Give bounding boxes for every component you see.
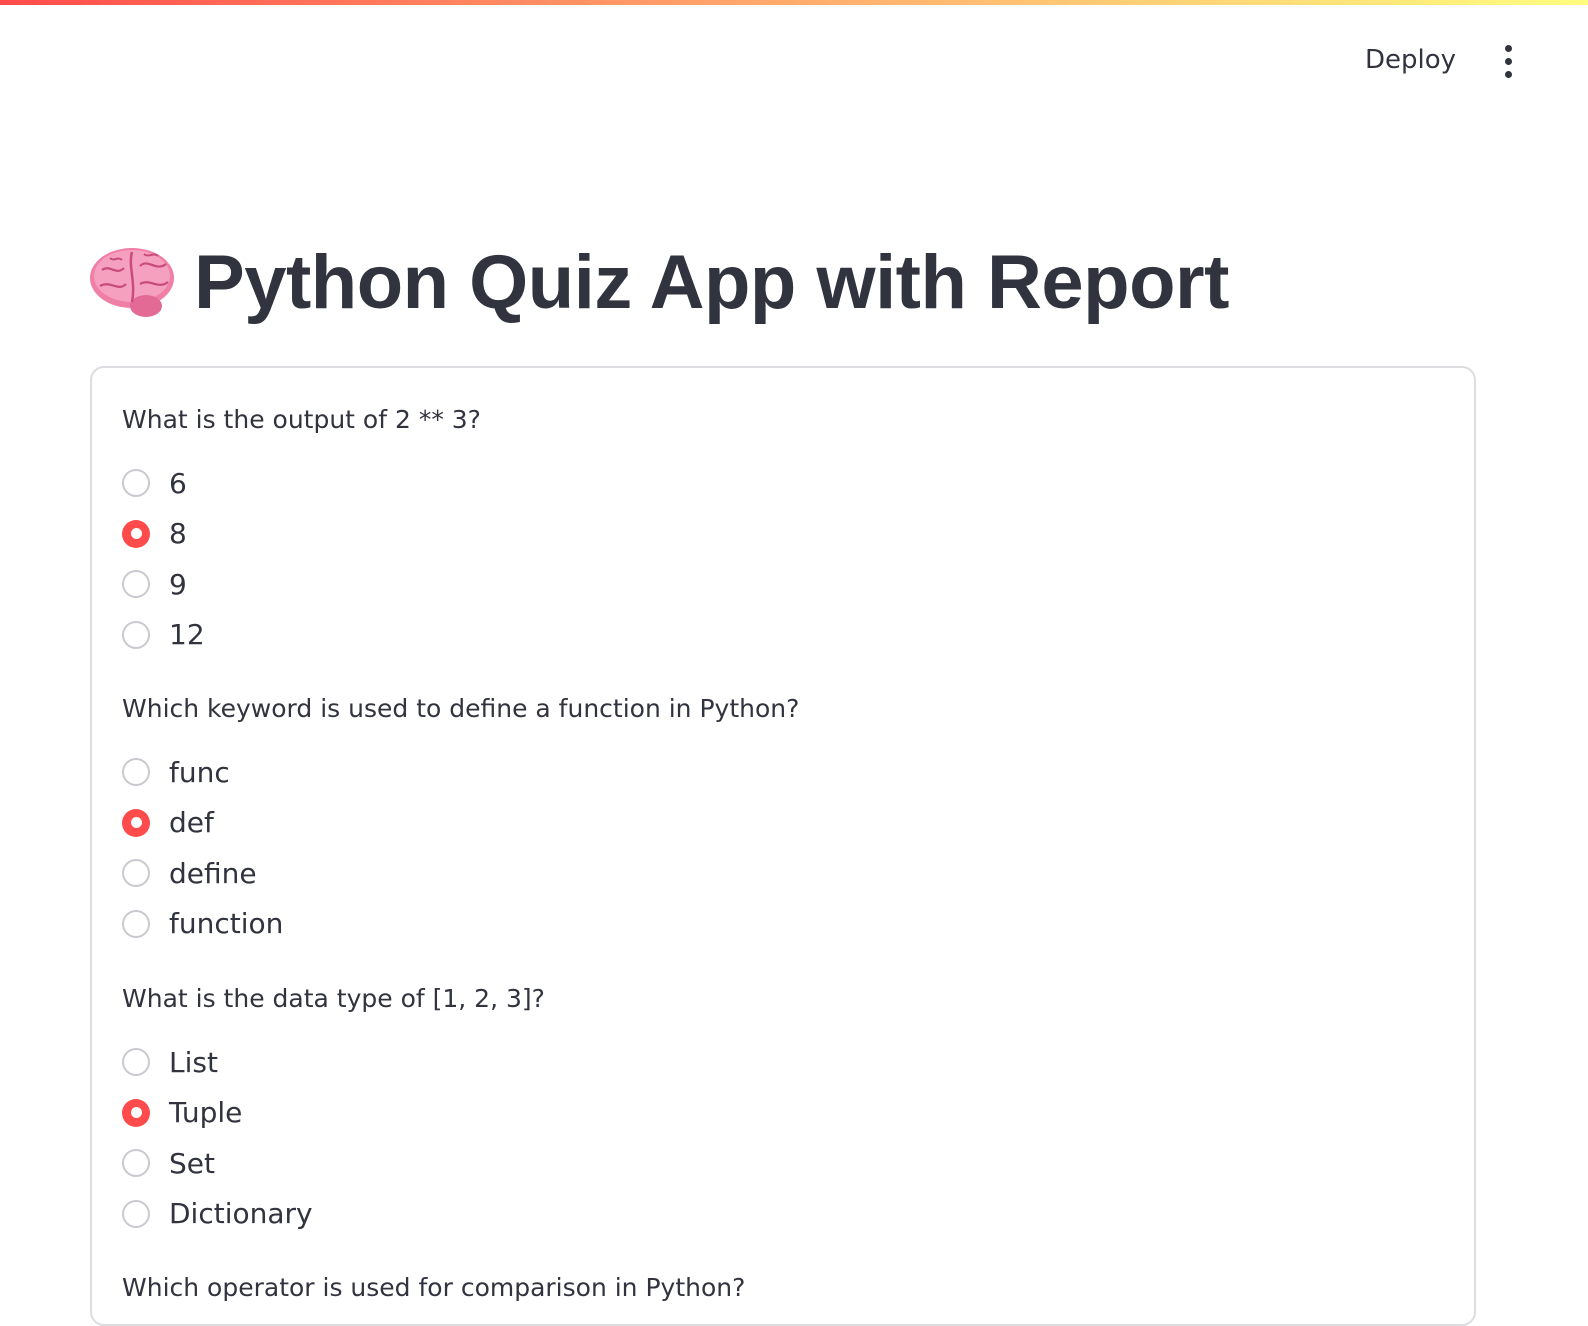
- brain-icon: [90, 248, 174, 317]
- radio-option-label: 9: [169, 567, 187, 601]
- radio-button[interactable]: [122, 570, 150, 599]
- radio-option-label: func: [169, 755, 230, 789]
- radio-group: func def define function: [122, 747, 799, 949]
- radio-option[interactable]: def: [122, 798, 799, 849]
- question-2: Which keyword is used to define a functi…: [122, 689, 799, 949]
- radio-option[interactable]: func: [122, 747, 799, 798]
- radio-button[interactable]: [122, 1149, 150, 1178]
- radio-option[interactable]: 8: [122, 509, 481, 560]
- radio-button[interactable]: [122, 620, 150, 649]
- radio-button-selected[interactable]: [122, 808, 150, 837]
- quiz-form: What is the output of 2 ** 3? 6 8 9 12 W…: [90, 366, 1476, 1326]
- radio-option-label: 8: [169, 517, 187, 551]
- radio-option[interactable]: define: [122, 848, 799, 899]
- deploy-button[interactable]: Deploy: [1353, 37, 1468, 83]
- menu-dot: [1504, 44, 1512, 52]
- radio-option[interactable]: Dictionary: [122, 1189, 545, 1240]
- radio-button[interactable]: [122, 758, 150, 787]
- page-title: Python Quiz App with Report: [194, 239, 1229, 325]
- question-label: Which operator is used for comparison in…: [122, 1273, 746, 1302]
- radio-button[interactable]: [122, 859, 150, 888]
- question-label: What is the data type of [1, 2, 3]?: [122, 984, 545, 1013]
- radio-button[interactable]: [122, 1199, 150, 1228]
- radio-option-label: Tuple: [169, 1096, 243, 1130]
- radio-button-selected[interactable]: [122, 519, 150, 548]
- radio-option[interactable]: function: [122, 899, 799, 950]
- question-4: Which operator is used for comparison in…: [122, 1268, 745, 1308]
- title-row: Python Quiz App with Report: [88, 232, 1229, 332]
- radio-option-label: define: [169, 856, 257, 890]
- radio-option[interactable]: 12: [122, 610, 481, 661]
- radio-button[interactable]: [122, 909, 150, 938]
- question-1: What is the output of 2 ** 3? 6 8 9 12: [122, 400, 481, 660]
- radio-group: List Tuple Set Dictionary: [122, 1037, 545, 1239]
- question-label: What is the output of 2 ** 3?: [122, 405, 481, 434]
- radio-option[interactable]: Tuple: [122, 1088, 545, 1139]
- radio-option-label: function: [169, 907, 284, 941]
- radio-option-label: 6: [169, 466, 187, 500]
- radio-button[interactable]: [122, 469, 150, 498]
- app-header: Deploy: [0, 5, 1588, 115]
- radio-group: 6 8 9 12: [122, 458, 481, 660]
- question-3: What is the data type of [1, 2, 3]? List…: [122, 979, 545, 1239]
- menu-dot: [1504, 70, 1512, 78]
- question-label: Which keyword is used to define a functi…: [122, 694, 800, 723]
- menu-dot: [1504, 57, 1512, 65]
- radio-button[interactable]: [122, 1048, 150, 1077]
- radio-option[interactable]: 9: [122, 559, 481, 610]
- radio-option[interactable]: List: [122, 1037, 545, 1088]
- radio-option-label: 12: [169, 618, 205, 652]
- radio-option-label: List: [169, 1045, 218, 1079]
- radio-button-selected[interactable]: [122, 1098, 150, 1127]
- kebab-menu-icon[interactable]: [1494, 41, 1522, 81]
- radio-option[interactable]: Set: [122, 1138, 545, 1189]
- radio-option-label: def: [169, 806, 214, 840]
- radio-option-label: Dictionary: [169, 1197, 313, 1231]
- radio-option[interactable]: 6: [122, 458, 481, 509]
- radio-option-label: Set: [169, 1146, 215, 1180]
